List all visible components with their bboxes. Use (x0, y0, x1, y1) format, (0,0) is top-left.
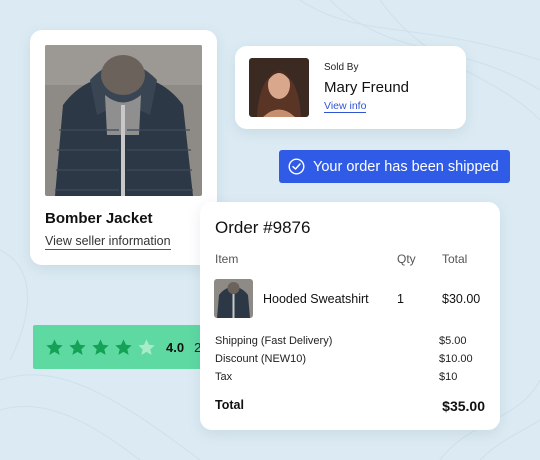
seller-avatar (249, 58, 309, 117)
view-info-link[interactable]: View info (324, 100, 367, 113)
column-header-item: Item (215, 252, 239, 266)
order-total-label: Total (215, 398, 244, 412)
order-item-total: $30.00 (442, 292, 481, 306)
star-icon (92, 338, 109, 355)
seller-card: Sold By Mary Freund View info (235, 46, 466, 129)
rating-score: 4.0 (166, 339, 185, 355)
check-circle-icon (288, 158, 305, 175)
summary-value: $10.00 (439, 353, 473, 365)
star-icon (115, 338, 132, 355)
product-image[interactable] (45, 45, 202, 196)
star-icon (69, 338, 86, 355)
summary-value: $5.00 (439, 335, 467, 347)
summary-label: Discount (NEW10) (215, 353, 307, 365)
column-header-qty: Qty (397, 252, 416, 266)
summary-label: Tax (215, 371, 233, 383)
order-total-value: $35.00 (442, 398, 485, 414)
product-name: Bomber Jacket (45, 210, 153, 227)
sold-by-label: Sold By (324, 61, 359, 73)
shipped-text: Your order has been shipped (313, 158, 499, 175)
seller-name: Mary Freund (324, 78, 410, 96)
column-header-total: Total (442, 252, 468, 266)
star-rating (45, 338, 160, 357)
rating-bar: 4.0 28 (33, 325, 213, 369)
order-item-image (214, 279, 253, 318)
summary-value: $10 (439, 371, 458, 383)
star-empty-icon (138, 338, 155, 355)
star-icon (46, 338, 63, 355)
order-title: Order #9876 (215, 218, 311, 237)
product-card: Bomber Jacket View seller information (30, 30, 217, 265)
order-shipped-banner: Your order has been shipped (279, 150, 510, 183)
summary-label: Shipping (Fast Delivery) (215, 335, 333, 347)
order-item-name: Hooded Sweatshirt (263, 292, 369, 306)
order-card: Order #9876 Item Qty Total Hooded Sweats… (200, 202, 500, 430)
view-seller-link[interactable]: View seller information (45, 234, 171, 250)
order-item-qty: 1 (397, 292, 404, 306)
